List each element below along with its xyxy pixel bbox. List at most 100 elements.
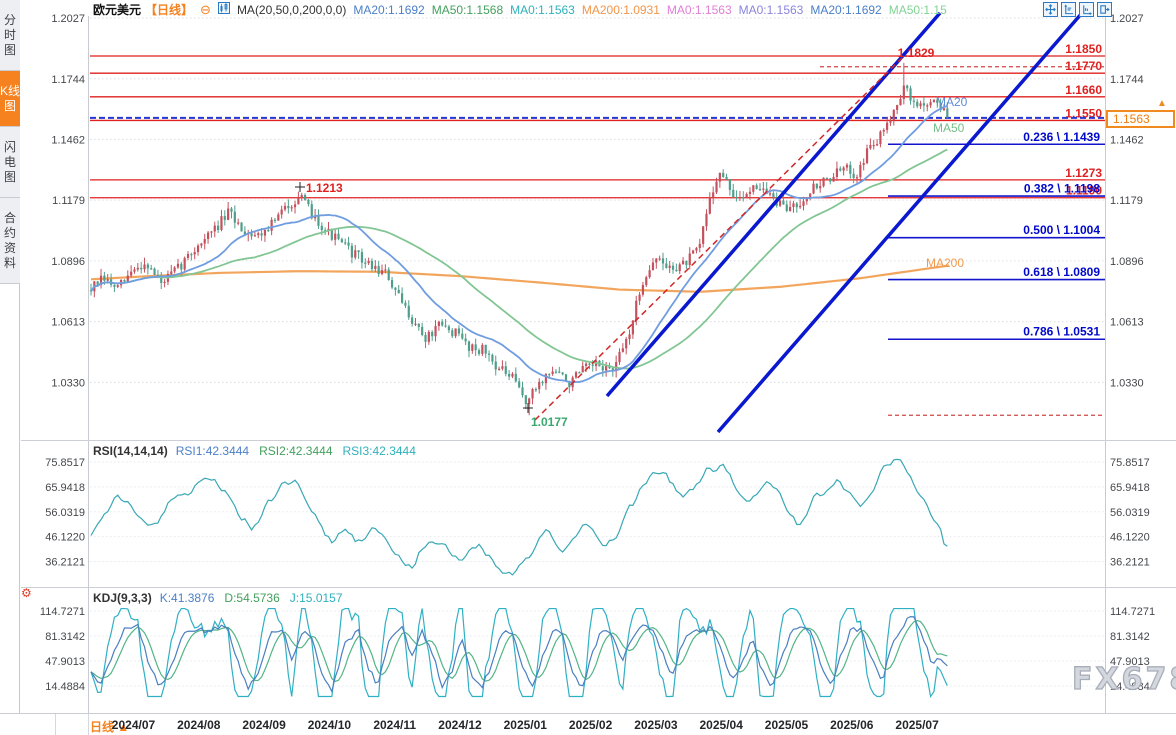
month-label: 2025/01 [504, 718, 547, 732]
price-up-arrow-icon: ▲ [1157, 98, 1167, 109]
month-label: 2024/07 [112, 718, 155, 732]
fib-label: 0.618 \ 1.0809 [1023, 265, 1100, 279]
month-label: 2024/08 [177, 718, 220, 732]
bottom-bar: 日线 ▲ 2024/072024/082024/092024/102024/11… [0, 713, 1176, 735]
axis-label: 47.9013 [45, 656, 85, 668]
chart-toolbar [1043, 2, 1112, 17]
current-price-tag: 1.1563 [1106, 110, 1175, 128]
axis-label: 1.1179 [52, 195, 85, 207]
month-label: 2025/03 [634, 718, 677, 732]
month-label: 2025/06 [830, 718, 873, 732]
axis-label: 65.9418 [45, 482, 85, 494]
ma-legend-item: MA0:1.1563 [510, 3, 575, 17]
axis-label: 75.8517 [1110, 457, 1150, 469]
axis-label: 14.4884 [45, 681, 85, 693]
axis-label: 56.0319 [45, 507, 85, 519]
price-annotation: 1.1213 [306, 181, 343, 195]
zoom-x-axis-icon[interactable] [1079, 2, 1094, 17]
pan-icon[interactable] [1043, 2, 1058, 17]
axis-label: 36.2121 [45, 557, 85, 569]
price-annotation: 1.0177 [531, 415, 568, 429]
rsi-line [91, 459, 947, 574]
axis-label: 1.0330 [51, 377, 85, 389]
reset-view-icon[interactable] [1097, 2, 1112, 17]
chart-header: 欧元美元【日线】⊖MA(20,50,0,200,0,0)MA20:1.1692M… [93, 1, 961, 16]
ma-legend-item: MA50:1.15 [889, 3, 947, 17]
axis-label: 1.0330 [1110, 377, 1144, 389]
collapse-icon[interactable]: ⊖ [200, 2, 211, 17]
fibonacci-levels[interactable]: 0.236 \ 1.1439 0.382 \ 1.1198 0.500 \ 1.10… [888, 130, 1105, 339]
month-label: 2024/09 [242, 718, 285, 732]
kdj-legend-item: K:41.3876 [160, 591, 215, 605]
month-label: 2024/11 [373, 718, 416, 732]
ma-legend-item: MA20:1.1692 [353, 3, 424, 17]
zoom-y-axis-icon[interactable] [1061, 2, 1076, 17]
fib-label: 0.382 \ 1.1198 [1024, 182, 1100, 196]
rsi-title: RSI(14,14,14) [93, 444, 168, 458]
month-label: 2024/12 [438, 718, 481, 732]
axis-label: 46.1220 [1110, 532, 1150, 544]
axis-label: 75.8517 [45, 457, 85, 469]
month-label: 2025/05 [765, 718, 808, 732]
candle-chart-icon[interactable] [218, 3, 230, 17]
annotations: 1.1829 1.1213 1.0177 MA20 MA50 MA200 [295, 46, 968, 429]
fib-label: 0.236 \ 1.1439 [1023, 130, 1100, 144]
ma-legend-item: MA20:1.1692 [810, 3, 881, 17]
axis-label: 36.2121 [1110, 557, 1150, 569]
divider [88, 714, 89, 735]
candlesticks [90, 63, 949, 415]
axis-label: 1.0613 [51, 317, 85, 329]
axis-label: 56.0319 [1110, 507, 1150, 519]
rsi-legend-item: RSI1:42.3444 [176, 444, 249, 458]
period-label: 【日线】 [145, 3, 193, 17]
kdj-legend-item: D:54.5736 [224, 591, 279, 605]
indicator-settings-icon[interactable]: ⚙ [21, 587, 32, 599]
fib-label: 0.786 \ 1.0531 [1023, 325, 1100, 339]
ma-legend-item: MA200:1.0931 [582, 3, 660, 17]
month-label: 2025/07 [895, 718, 938, 732]
axis-label: 81.3142 [45, 631, 85, 643]
axis-label: 1.0613 [1110, 317, 1144, 329]
level-label: 1.1850 [1065, 42, 1102, 56]
kdj-lines [91, 609, 947, 697]
axis-label: 1.0896 [51, 256, 85, 268]
month-label: 2025/04 [699, 718, 742, 732]
price-annotation: 1.1829 [898, 46, 935, 60]
axis-label: 114.7271 [40, 606, 85, 618]
ma-curve-label: MA20 [936, 95, 968, 109]
axis-label: 1.2027 [1110, 13, 1144, 25]
axis-label: 1.1744 [51, 74, 85, 86]
month-label: 2024/10 [308, 718, 351, 732]
ma200-line [91, 266, 949, 292]
axis-label: 1.2027 [51, 13, 85, 25]
fib-label: 0.500 \ 1.1004 [1023, 223, 1100, 237]
kdj-panel-header: KDJ(9,3,3) K:41.3876 D:54.5736 J:15.0157 [93, 591, 363, 605]
axis-label: 46.1220 [45, 532, 85, 544]
axis-label: 1.0896 [1110, 256, 1144, 268]
kdj-title: KDJ(9,3,3) [93, 591, 152, 605]
axis-label: 81.3142 [1110, 631, 1150, 643]
chart-canvas[interactable]: 1.20271.20271.17441.17441.14621.14621.11… [0, 0, 1176, 735]
ma20-line [91, 106, 947, 382]
axis-label: 114.7271 [1110, 606, 1155, 618]
symbol-title: 欧元美元 [93, 3, 141, 17]
ma-curve-label: MA200 [926, 256, 964, 270]
divider [55, 714, 56, 735]
axis-label: 1.1179 [1110, 195, 1143, 207]
ma-formula: MA(20,50,0,200,0,0) [237, 3, 346, 17]
ma-legend-item: MA0:1.1563 [739, 3, 804, 17]
rsi-legend-item: RSI3:42.3444 [343, 444, 416, 458]
ma-legend: MA20:1.1692 MA50:1.1568 MA0:1.1563 MA200:1.… [353, 3, 953, 17]
axis-label: 1.1744 [1110, 74, 1144, 86]
rsi-legend-item: RSI2:42.3444 [259, 444, 332, 458]
level-label: 1.1660 [1065, 83, 1102, 97]
ma50-line [91, 149, 947, 368]
ma-legend-item: MA50:1.1568 [432, 3, 503, 17]
watermark: FX678 [1072, 662, 1176, 697]
axis-label: 1.1462 [51, 134, 85, 146]
kdj-legend-item: J:15.0157 [290, 591, 343, 605]
ma-curve-label: MA50 [933, 121, 965, 135]
rsi-panel-header: RSI(14,14,14) RSI1:42.3444 RSI2:42.3444 RSI… [93, 444, 436, 458]
month-label: 2025/02 [569, 718, 612, 732]
ma-legend-item: MA0:1.1563 [667, 3, 732, 17]
